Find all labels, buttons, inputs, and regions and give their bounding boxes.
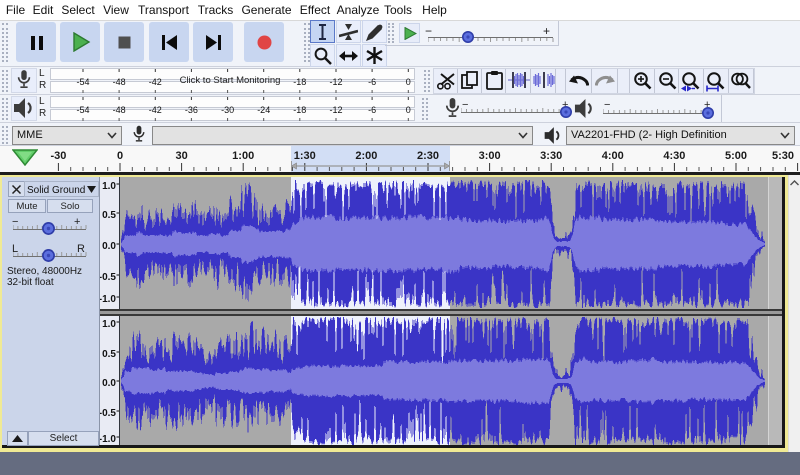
svg-text:-6: -6 [368, 77, 376, 87]
svg-text:-1.0: -1.0 [100, 434, 116, 445]
svg-text:0.5: 0.5 [102, 349, 116, 360]
svg-text:1:00: 1:00 [232, 150, 254, 162]
svg-text:-18: -18 [293, 105, 306, 115]
svg-text:-12: -12 [329, 77, 342, 87]
svg-text:-54: -54 [76, 105, 89, 115]
svg-text:0: 0 [406, 77, 411, 87]
svg-text:5:30: 5:30 [772, 150, 794, 162]
svg-text:0: 0 [406, 105, 411, 115]
svg-text:2:30: 2:30 [417, 150, 439, 162]
svg-text:-12: -12 [329, 105, 342, 115]
svg-text:-54: -54 [76, 77, 89, 87]
svg-text:-1.0: -1.0 [100, 294, 116, 305]
svg-text:-0.5: -0.5 [100, 408, 116, 419]
svg-text:0.5: 0.5 [102, 210, 116, 221]
svg-text:4:00: 4:00 [602, 150, 624, 162]
svg-text:-30: -30 [221, 105, 234, 115]
svg-text:0.0: 0.0 [102, 378, 116, 389]
svg-text:-0.5: -0.5 [100, 272, 116, 283]
svg-text:-48: -48 [113, 77, 126, 87]
svg-text:-48: -48 [113, 105, 126, 115]
svg-text:4:30: 4:30 [663, 150, 685, 162]
svg-text:5:00: 5:00 [725, 150, 747, 162]
svg-text:0: 0 [117, 150, 123, 162]
svg-text:-18: -18 [293, 77, 306, 87]
svg-text:1:30: 1:30 [294, 150, 316, 162]
svg-text:0.0: 0.0 [102, 241, 116, 252]
svg-text:-30: -30 [50, 150, 66, 162]
svg-text:-42: -42 [149, 105, 162, 115]
svg-text:3:00: 3:00 [479, 150, 501, 162]
svg-text:2:00: 2:00 [355, 150, 377, 162]
svg-text:-42: -42 [149, 77, 162, 87]
svg-text:-36: -36 [185, 105, 198, 115]
svg-text:3:30: 3:30 [540, 150, 562, 162]
svg-text:-24: -24 [257, 105, 270, 115]
svg-text:1.0: 1.0 [102, 181, 116, 192]
svg-text:30: 30 [175, 150, 187, 162]
svg-text:-6: -6 [368, 105, 376, 115]
svg-text:1.0: 1.0 [102, 319, 116, 330]
